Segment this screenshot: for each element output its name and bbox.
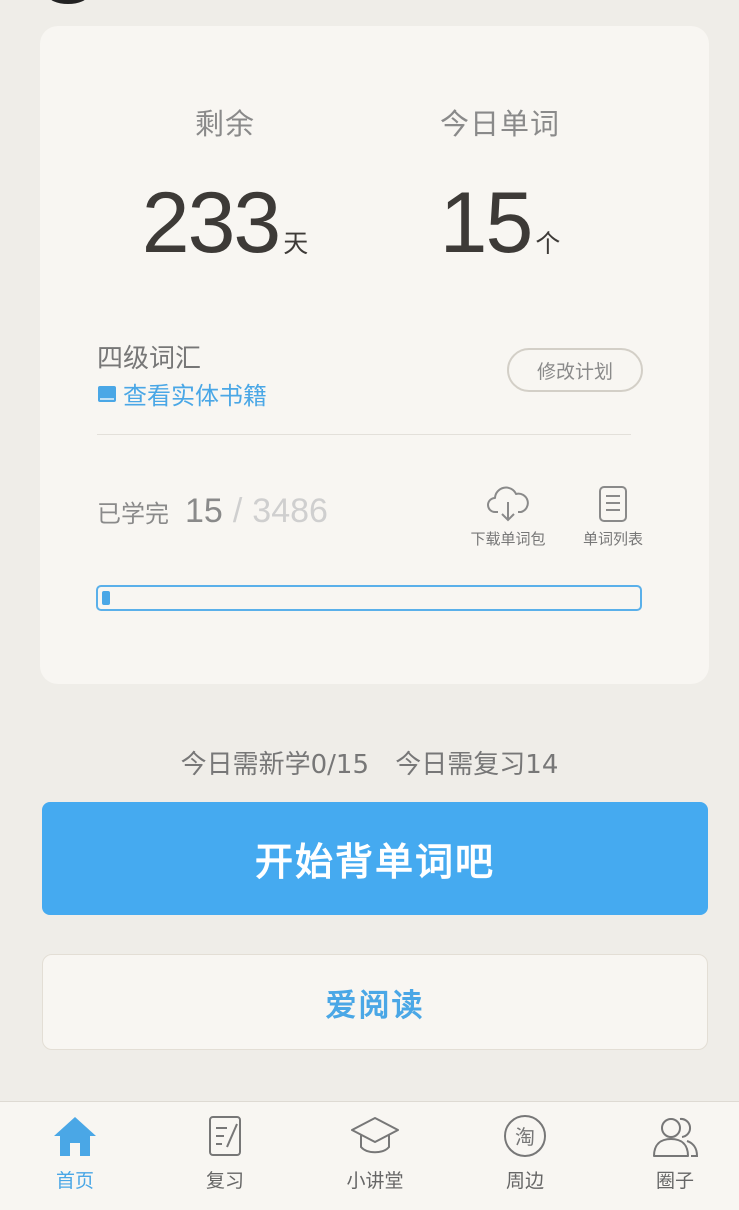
today-words-label: 今日单词 <box>439 107 560 141</box>
tab-home[interactable]: 首页 <box>20 1114 130 1193</box>
remaining-days-unit: 天 <box>283 229 309 258</box>
document-list-icon <box>599 486 627 522</box>
tab-circle-label: 圈子 <box>655 1170 694 1192</box>
home-icon <box>54 1117 96 1156</box>
today-task-summary: 今日需新学0/15 今日需复习14 <box>0 744 739 781</box>
modify-plan-button[interactable]: 修改计划 <box>507 348 643 392</box>
download-word-pack-label: 下载单词包 <box>470 530 546 548</box>
love-reading-button[interactable]: 爱阅读 <box>42 954 708 1050</box>
learning-progress-bar <box>96 585 642 611</box>
svg-text:淘: 淘 <box>515 1125 535 1149</box>
graduation-cap-icon <box>351 1117 399 1154</box>
tab-lecture-label: 小讲堂 <box>346 1170 404 1192</box>
tab-circle[interactable]: 圈子 <box>620 1114 730 1193</box>
book-icon <box>98 385 116 402</box>
learning-progress-fill <box>102 591 110 605</box>
word-list-button[interactable]: 单词列表 <box>563 484 663 549</box>
taobao-icon: 淘 <box>504 1115 546 1157</box>
total-count: 3486 <box>252 492 328 530</box>
today-new-words-text: 今日需新学0/15 <box>180 750 370 780</box>
download-word-pack-button[interactable]: 下载单词包 <box>458 484 558 549</box>
start-memorizing-button[interactable]: 开始背单词吧 <box>42 802 708 915</box>
view-physical-book-link[interactable]: 查看实体书籍 <box>97 376 267 411</box>
today-words-stat: 今日单词 15 个 <box>360 104 640 266</box>
remaining-days-stat: 剩余 233 天 <box>85 104 365 266</box>
remaining-days-value: 233 <box>141 175 281 271</box>
plan-card: 剩余 233 天 今日单词 15 个 四级词汇 查看实体书籍 修改计划 已学完 … <box>40 26 709 684</box>
learned-count: 15 <box>185 492 223 530</box>
today-review-text: 今日需复习14 <box>395 750 559 780</box>
book-title: 四级词汇 <box>97 344 202 374</box>
word-list-label: 单词列表 <box>582 530 643 548</box>
today-words-unit: 个 <box>535 229 561 258</box>
remaining-label: 剩余 <box>194 107 255 141</box>
tab-merch-label: 周边 <box>505 1170 544 1192</box>
bottom-tab-bar: 首页 复习 小讲堂 淘 周边 圈子 <box>0 1101 739 1210</box>
divider <box>97 434 631 435</box>
learned-label: 已学完 <box>97 500 169 528</box>
tab-lecture[interactable]: 小讲堂 <box>320 1114 430 1193</box>
status-indicator <box>48 0 88 4</box>
today-words-value: 15 <box>439 175 534 271</box>
learned-progress-text: 已学完 15 / 3486 <box>97 492 328 531</box>
tab-merch[interactable]: 淘 周边 <box>470 1114 580 1193</box>
tab-review[interactable]: 复习 <box>170 1114 280 1193</box>
tab-review-label: 复习 <box>205 1170 244 1192</box>
learned-separator: / <box>232 492 243 530</box>
view-physical-book-label: 查看实体书籍 <box>123 382 267 410</box>
tab-home-label: 首页 <box>55 1170 94 1192</box>
people-icon <box>653 1117 699 1157</box>
cloud-download-icon <box>487 486 529 522</box>
review-icon <box>209 1116 241 1156</box>
